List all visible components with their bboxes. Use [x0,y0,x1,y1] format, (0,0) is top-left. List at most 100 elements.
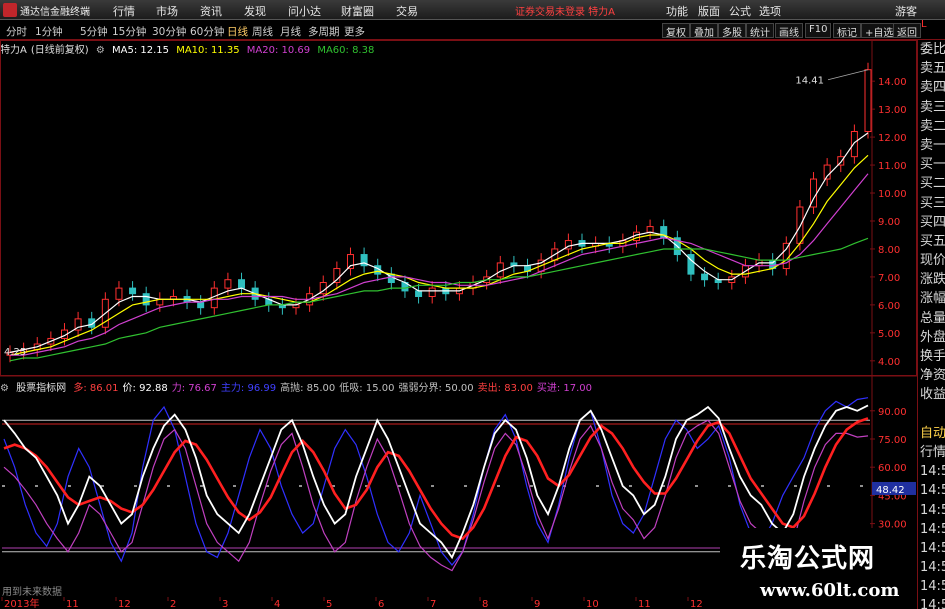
sidebar-item[interactable]: 14:56 [918,596,945,609]
menu-gongneng[interactable]: 功能 [666,3,688,19]
watermark-title: 乐淘公式网 [740,544,876,574]
menu-wenxiaoda[interactable]: 问小达 [288,3,321,19]
price-tick-label: 11.00 [878,161,907,172]
menu-xuanxiang[interactable]: 选项 [759,3,781,19]
tool-diejia[interactable]: 叠加 [690,23,718,39]
sidebar-item[interactable]: 14:55 [918,462,945,481]
sidebar-item[interactable]: 14:56 [918,539,945,558]
candle-body [782,242,790,270]
price-tick-label: 6.00 [878,301,900,312]
tab-fenshi[interactable]: 分时 [6,24,27,39]
sidebar-item[interactable]: 行情 [918,443,945,462]
price-tick-label: 7.00 [878,273,900,284]
tab-more[interactable]: 更多 [344,24,365,39]
candle-body [646,226,654,233]
menu-youke[interactable]: 游客 [895,3,917,19]
indicator-settings-icon[interactable]: ⚙ [0,383,9,394]
sidebar-item[interactable]: 涨幅 [918,289,945,308]
sidebar-item[interactable]: 外盘 [918,328,945,347]
tool-duogu[interactable]: 多股 [718,23,746,39]
tool-biaoji[interactable]: 标记 [833,23,861,39]
sidebar-item[interactable]: 14:55 [918,501,945,520]
time-tick-label: 4 [274,599,280,609]
watermark-url: www.60lt.com [760,580,900,601]
candle-body [796,206,804,244]
sidebar-item[interactable]: 买四 [918,213,945,232]
sidebar-item[interactable]: 净资 [918,366,945,385]
menu-jiaoyi[interactable]: 交易 [396,3,418,19]
menu-faxian[interactable]: 发现 [244,3,266,19]
menu-caifuquan[interactable]: 财富圈 [341,3,374,19]
watermark: 乐淘公式网 www.60lt.com [720,528,917,609]
sidebar-item[interactable]: 委比 [918,40,945,59]
tab-15min[interactable]: 15分钟 [112,24,146,39]
sidebar-item[interactable] [918,405,945,424]
time-tick-label: 12 [118,599,131,609]
candle-body [864,69,872,133]
sidebar-item[interactable]: 卖二 [918,117,945,136]
tab-60min[interactable]: 60分钟 [190,24,224,39]
ma-line [9,132,869,353]
tool-f10[interactable]: F10 [805,23,832,38]
sidebar-item[interactable]: 涨跌 [918,270,945,289]
login-status: 证券交易未登录 特力A [515,7,616,18]
menu-zixun[interactable]: 资讯 [200,3,222,19]
sidebar-item[interactable]: 买二 [918,174,945,193]
candle-body [197,301,205,309]
candle-body [129,287,137,295]
ma-line [10,173,869,356]
current-value-label: 48.42 [876,485,905,496]
sidebar-item[interactable]: 14:56 [918,558,945,577]
sidebar-item[interactable]: 买一 [918,155,945,174]
tab-5min[interactable]: 5分钟 [80,24,108,39]
sidebar-item[interactable]: 14:56 [918,577,945,596]
sidebar-item[interactable]: 卖一 [918,136,945,155]
price-tick-label: 14.00 [878,77,907,88]
tool-add-watchlist[interactable]: +自选 [861,23,898,39]
time-tick-label: 9 [534,599,540,609]
sidebar-item[interactable]: 卖五 [918,59,945,78]
ma-line [9,237,869,362]
time-tick-label: 7 [430,599,436,609]
sidebar-item[interactable]: 卖三 [918,98,945,117]
price-tick-label: 12.00 [878,133,907,144]
menu-gongshi[interactable]: 公式 [729,3,751,19]
price-tick-label: 13.00 [878,105,907,116]
indicator-field: 主力: 96.99 [220,383,277,394]
price-tick-label: 10.00 [878,189,907,200]
menu-shichang[interactable]: 市场 [156,3,178,19]
sidebar-item[interactable]: 14:55 [918,481,945,500]
tab-monthly[interactable]: 月线 [280,24,301,39]
chart-area[interactable]: 4.00 5.00 6.00 7.00 8.00 9.00 10.00 11.00 12.00 1… [0,40,917,597]
tool-fuquan[interactable]: 复权 [662,23,690,39]
tool-tongji[interactable]: 统计 [746,23,774,39]
tab-multi-period[interactable]: 多周期 [308,24,340,39]
sidebar-item[interactable]: 收益 [918,385,945,404]
tool-huaxian[interactable]: 画线 [775,23,803,39]
indicator-tick-label: 75.00 [878,435,907,446]
menu-hangqing[interactable]: 行情 [113,3,135,19]
sidebar-item[interactable]: 买三 [918,194,945,213]
tab-30min[interactable]: 30分钟 [152,24,186,39]
time-tick-label: 5 [326,599,332,609]
candle-body [415,290,423,297]
sidebar-item[interactable]: 总量 [918,309,945,328]
tab-daily[interactable]: 日线 [227,24,248,39]
price-tick-label: 5.00 [878,329,900,340]
time-tick-label: 2 [170,599,176,609]
candle-body [701,273,709,281]
price-tick-label: 9.00 [878,217,900,228]
level-corner[interactable]: L [917,20,945,40]
tab-weekly[interactable]: 周线 [252,24,273,39]
indicator-field: 力: 76.67 [171,383,217,394]
sidebar-item[interactable]: 14:56 [918,520,945,539]
sidebar-item[interactable]: 买五 [918,232,945,251]
candle-body [224,279,232,289]
sidebar-item[interactable]: 现价 [918,251,945,270]
sidebar-item[interactable]: 自动 [918,424,945,443]
indicator-header: ⚙ 股票指标网 多: 86.01 价: 92.88 力: 76.67 主力: 96.9… [0,379,596,394]
menu-banmian[interactable]: 版面 [698,3,720,19]
tab-1min[interactable]: 1分钟 [35,24,63,39]
sidebar-item[interactable]: 卖四 [918,78,945,97]
sidebar-item[interactable]: 换手 [918,347,945,366]
